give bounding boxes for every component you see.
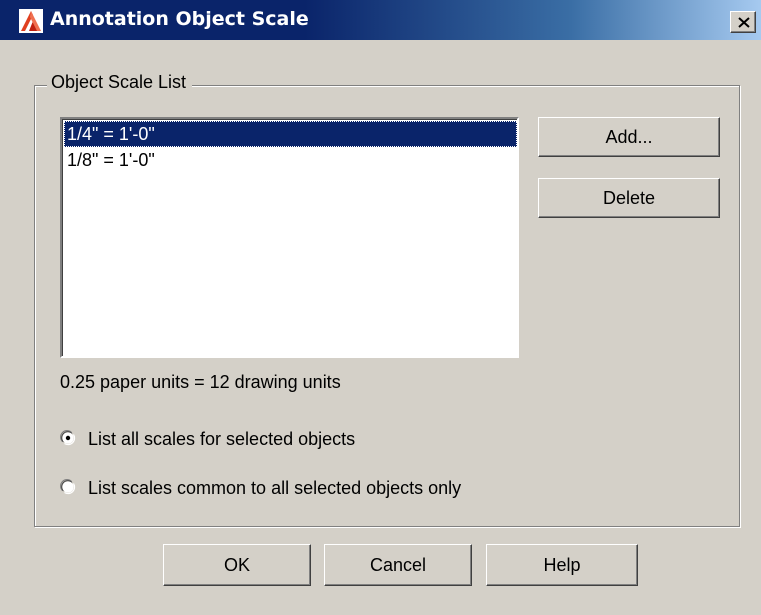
title-bar[interactable]: Annotation Object Scale <box>0 0 761 40</box>
radio-selected-icon[interactable] <box>60 430 76 446</box>
radio-label-list-common: List scales common to all selected objec… <box>88 478 462 498</box>
radio-unselected-icon[interactable] <box>60 479 76 495</box>
add-button[interactable]: Add... <box>538 117 720 157</box>
window-title: Annotation Object Scale <box>50 8 309 30</box>
close-button[interactable] <box>730 11 756 33</box>
autocad-icon <box>19 9 43 33</box>
list-item-scale-1-8[interactable]: 1/8" = 1'-0" <box>64 147 517 173</box>
list-item-scale-1-4[interactable]: 1/4" = 1'-0" <box>64 121 517 147</box>
units-info-text: 0.25 paper units = 12 drawing units <box>60 372 341 392</box>
scale-listbox[interactable]: 1/4" = 1'-0" 1/8" = 1'-0" <box>60 117 519 358</box>
close-icon <box>738 17 750 28</box>
delete-button[interactable]: Delete <box>538 178 720 218</box>
help-button[interactable]: Help <box>486 544 638 586</box>
cancel-button[interactable]: Cancel <box>324 544 472 586</box>
ok-button[interactable]: OK <box>163 544 311 586</box>
radio-label-list-all: List all scales for selected objects <box>88 429 356 449</box>
group-legend: Object Scale List <box>47 72 193 93</box>
